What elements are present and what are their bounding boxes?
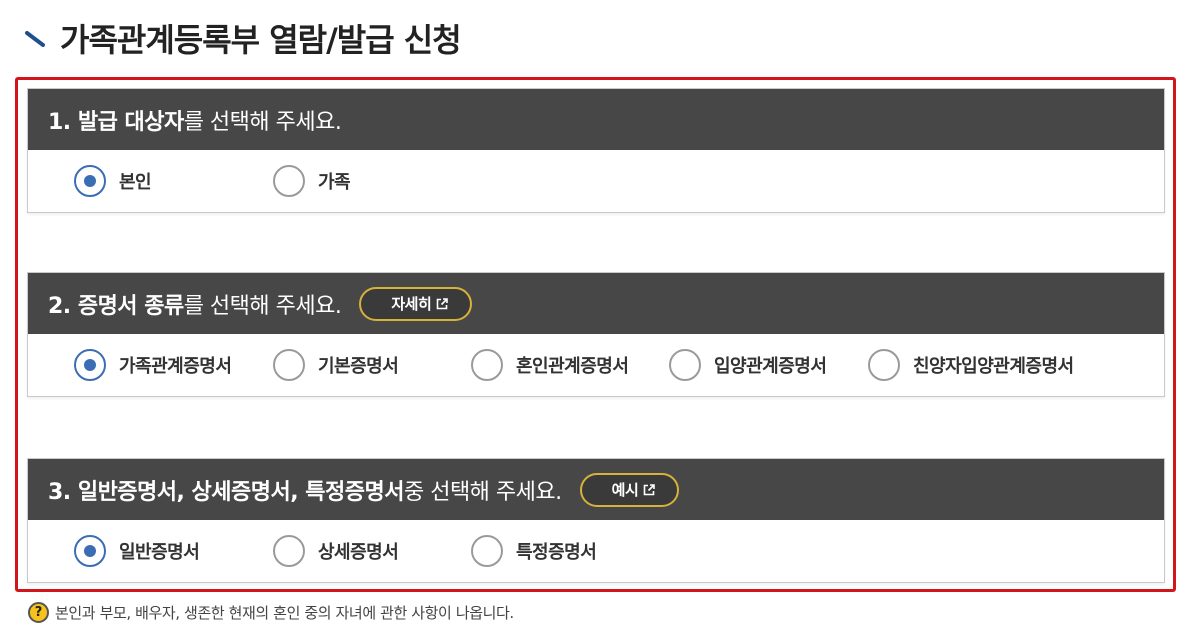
radio-family[interactable]	[273, 165, 305, 197]
help-note: ? 본인과 부모, 배우자, 생존한 현재의 혼인 중의 자녀에 관한 사항이 …	[28, 600, 514, 624]
cert-option-marriage[interactable]: 혼인관계증명서	[471, 347, 629, 383]
radio-self[interactable]	[74, 165, 106, 197]
cert-option-label: 혼인관계증명서	[516, 356, 629, 377]
radio-basic[interactable]	[273, 349, 305, 381]
radio-full-adoption[interactable]	[868, 349, 900, 381]
target-option-label: 본인	[119, 172, 152, 193]
page-title: 가족관계등록부 열람/발급 신청	[60, 21, 462, 59]
section-certificate-type-heading-strong: 2. 증명서 종류	[48, 293, 184, 319]
section-target-header: 1. 발급 대상자 를 선택해 주세요.	[28, 89, 1164, 150]
cert-option-full-adoption[interactable]: 친양자입양관계증명서	[868, 347, 1074, 383]
example-button-label: 예시	[611, 481, 639, 499]
section-target-heading-rest: 를 선택해 주세요.	[183, 109, 342, 135]
scope-option-specific[interactable]: 특정증명서	[471, 533, 597, 569]
radio-general[interactable]	[74, 535, 106, 567]
page-header: 가족관계등록부 열람/발급 신청	[24, 14, 462, 62]
section-certificate-type: 2. 증명서 종류 를 선택해 주세요. 자세히 가족관계증명서 기본증명서 혼인…	[27, 272, 1165, 397]
external-link-icon	[436, 297, 449, 310]
title-slash-icon	[24, 27, 46, 49]
target-option-self[interactable]: 본인	[74, 163, 152, 199]
radio-marriage[interactable]	[471, 349, 503, 381]
scope-option-label: 일반증명서	[119, 542, 200, 563]
detail-button-label: 자세히	[391, 295, 432, 313]
scope-option-detailed[interactable]: 상세증명서	[273, 533, 399, 569]
target-option-family[interactable]: 가족	[273, 163, 351, 199]
question-icon: ?	[28, 601, 49, 623]
section-certificate-type-header: 2. 증명서 종류 를 선택해 주세요. 자세히	[28, 273, 1164, 334]
scope-option-general[interactable]: 일반증명서	[74, 533, 200, 569]
section-certificate-scope-heading-rest: 중 선택해 주세요.	[403, 479, 562, 505]
radio-detailed[interactable]	[273, 535, 305, 567]
cert-option-label: 친양자입양관계증명서	[913, 356, 1074, 377]
target-options: 본인 가족	[28, 150, 1164, 212]
section-certificate-type-heading-rest: 를 선택해 주세요.	[183, 293, 342, 319]
section-certificate-scope-heading-strong: 3. 일반증명서, 상세증명서, 특정증명서	[48, 479, 404, 505]
cert-option-basic[interactable]: 기본증명서	[273, 347, 399, 383]
scope-option-label: 특정증명서	[516, 542, 597, 563]
detail-button[interactable]: 자세히	[359, 286, 473, 321]
radio-adoption[interactable]	[669, 349, 701, 381]
external-link-icon	[643, 483, 656, 496]
section-certificate-scope-header: 3. 일반증명서, 상세증명서, 특정증명서 중 선택해 주세요. 예시	[28, 459, 1164, 520]
section-target: 1. 발급 대상자 를 선택해 주세요. 본인 가족	[27, 88, 1165, 213]
cert-option-label: 기본증명서	[318, 356, 399, 377]
cert-option-family-relation[interactable]: 가족관계증명서	[74, 347, 232, 383]
radio-specific[interactable]	[471, 535, 503, 567]
radio-family-relation[interactable]	[74, 349, 106, 381]
section-certificate-scope: 3. 일반증명서, 상세증명서, 특정증명서 중 선택해 주세요. 예시 일반증…	[27, 458, 1165, 583]
target-option-label: 가족	[318, 172, 351, 193]
help-note-text: 본인과 부모, 배우자, 생존한 현재의 혼인 중의 자녀에 관한 사항이 나옵…	[55, 603, 514, 622]
section-target-heading-strong: 1. 발급 대상자	[48, 109, 184, 135]
cert-option-label: 입양관계증명서	[714, 356, 827, 377]
cert-option-label: 가족관계증명서	[119, 356, 232, 377]
certificate-scope-options: 일반증명서 상세증명서 특정증명서	[28, 520, 1164, 582]
cert-option-adoption[interactable]: 입양관계증명서	[669, 347, 827, 383]
certificate-type-options: 가족관계증명서 기본증명서 혼인관계증명서 입양관계증명서 친양자입양관계증명서	[28, 334, 1164, 396]
scope-option-label: 상세증명서	[318, 542, 399, 563]
example-button[interactable]: 예시	[579, 472, 680, 507]
